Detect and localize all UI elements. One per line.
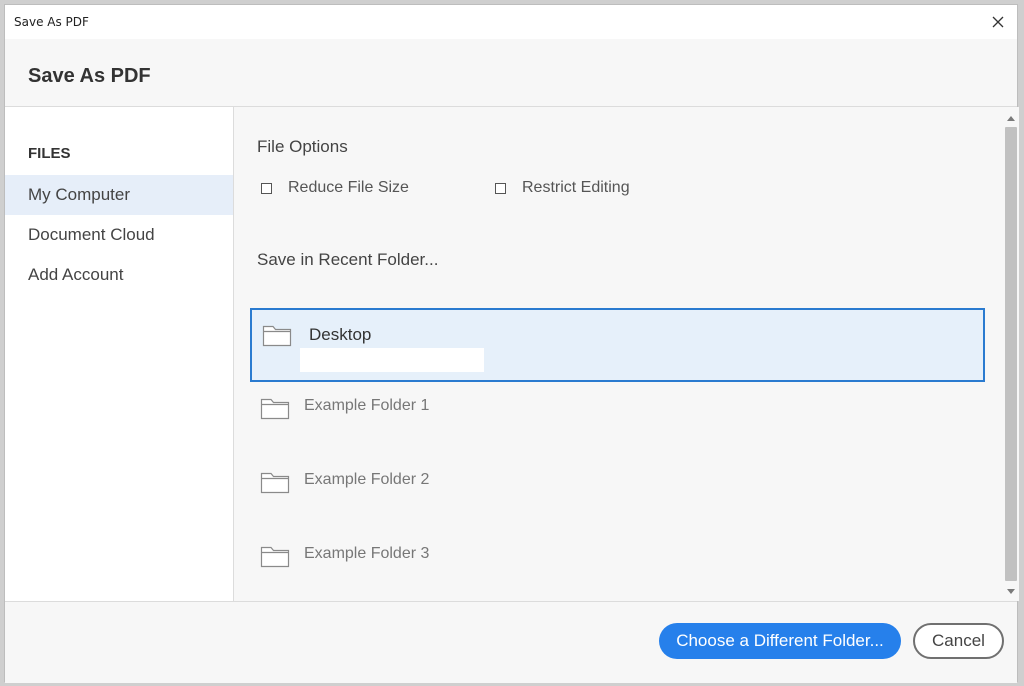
folder-item-desktop[interactable]: Desktop [250,308,985,382]
scroll-down-arrow-icon [1007,589,1015,594]
folder-icon [262,325,292,347]
scroll-up-arrow-icon [1007,116,1015,121]
sidebar-item-document-cloud[interactable]: Document Cloud [5,215,233,255]
folder-name: Example Folder 1 [304,397,430,414]
close-icon [992,16,1004,28]
folder-icon [260,546,290,568]
sidebar-item-label: Add Account [28,265,124,284]
folder-icon [260,398,290,420]
window-title: Save As PDF [14,15,89,29]
folder-item-example-folder-3[interactable]: Example Folder 3 [250,531,985,605]
folder-item-example-folder-1[interactable]: Example Folder 1 [250,383,985,457]
sidebar-item-add-account[interactable]: Add Account [5,255,233,295]
title-bar: Save As PDF [5,5,1017,39]
locations-sidebar: FILES My Computer Document Cloud Add Acc… [5,107,234,601]
folder-name: Example Folder 3 [304,545,430,562]
save-as-pdf-dialog: Save As PDF Save As PDF FILES My Compute… [4,4,1019,683]
restrict-editing-checkbox[interactable]: Restrict Editing [495,179,630,197]
close-button[interactable] [987,11,1009,33]
sidebar-item-label: Document Cloud [28,225,155,244]
main-content: File Options Reduce File Size Restrict E… [234,107,1019,601]
choose-different-folder-button[interactable]: Choose a Different Folder... [659,623,901,659]
file-options-label: File Options [257,137,348,156]
checkbox-box [261,182,272,194]
cancel-button[interactable]: Cancel [913,623,1004,659]
folder-path-box [300,348,484,372]
recent-folder-label: Save in Recent Folder... [257,250,439,269]
folder-item-example-folder-2[interactable]: Example Folder 2 [250,457,985,531]
checkbox-label: Restrict Editing [522,179,630,196]
folder-icon [260,472,290,494]
sidebar-item-my-computer[interactable]: My Computer [5,175,233,215]
sidebar-section-files: FILES [28,145,71,162]
dialog-heading: Save As PDF [28,65,151,87]
dialog-header: Save As PDF [5,39,1017,107]
reduce-file-size-checkbox[interactable]: Reduce File Size [261,179,409,197]
checkbox-label: Reduce File Size [288,179,409,196]
scrollbar-thumb[interactable] [1005,127,1017,581]
folder-name: Example Folder 2 [304,471,430,488]
scroll-down-button[interactable] [1003,585,1019,599]
sidebar-item-label: My Computer [28,185,131,204]
folder-name: Desktop [309,325,372,344]
dialog-footer: Choose a Different Folder... Cancel [5,601,1017,683]
vertical-scrollbar[interactable] [1003,111,1019,599]
scroll-up-button[interactable] [1003,111,1019,125]
checkbox-box [495,182,506,194]
